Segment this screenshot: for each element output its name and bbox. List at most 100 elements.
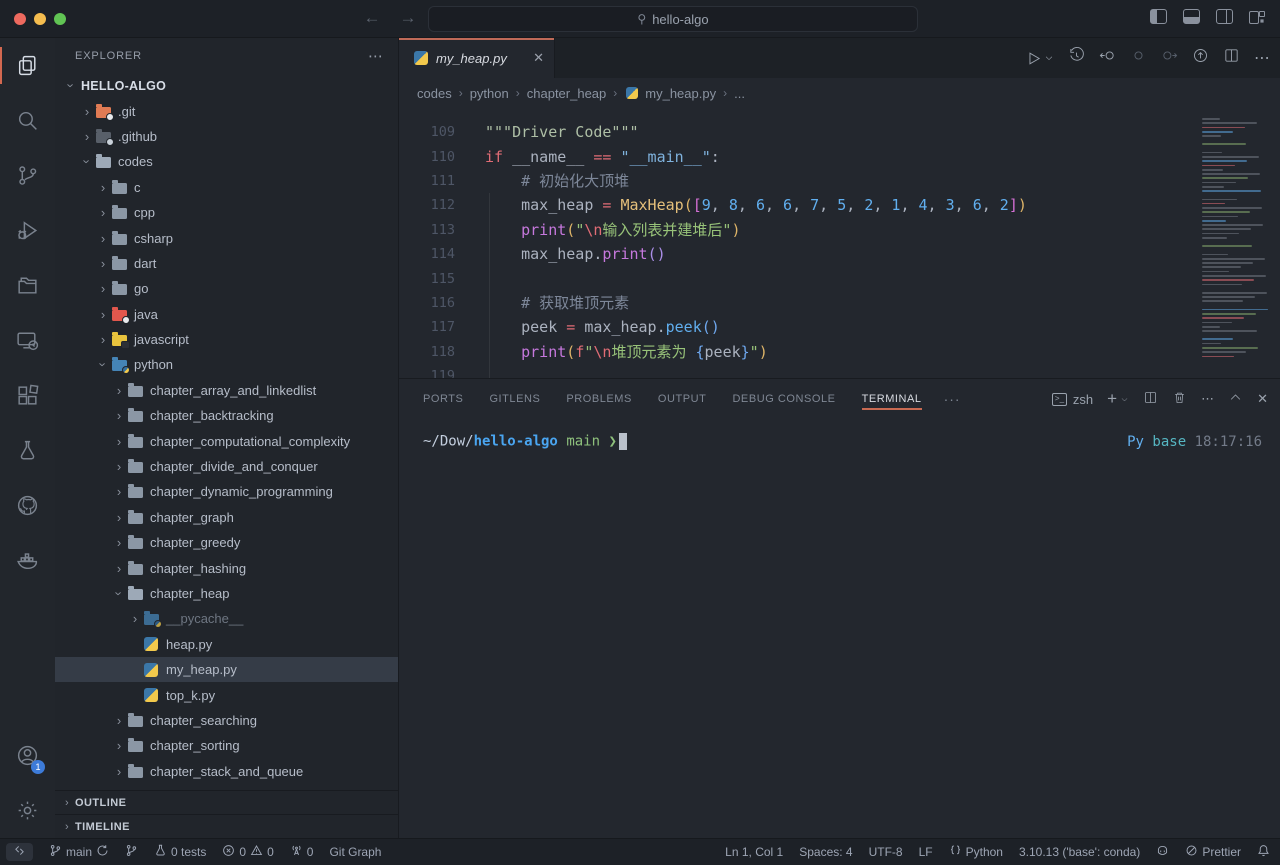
tree-item-heap-py[interactable]: heap.py [55, 632, 398, 657]
tree-item-cpp[interactable]: cpp [55, 200, 398, 225]
minimap[interactable] [1194, 108, 1278, 348]
previous-change-icon[interactable] [1099, 47, 1116, 69]
panel-tab-gitlens[interactable]: GITLENS [489, 379, 540, 419]
pane-header-outline[interactable]: OUTLINE [55, 790, 398, 814]
new-terminal-button[interactable]: + [1107, 389, 1129, 409]
prettier[interactable]: Prettier [1185, 844, 1241, 860]
tree-item-chapter-dynamic-programming[interactable]: chapter_dynamic_programming [55, 479, 398, 504]
tree-item-chapter-greedy[interactable]: chapter_greedy [55, 530, 398, 555]
cursor-position[interactable]: Ln 1, Col 1 [725, 845, 783, 859]
explorer-icon[interactable] [0, 38, 55, 93]
maximize-panel-icon[interactable] [1228, 390, 1243, 408]
ports[interactable]: 0 [290, 844, 314, 860]
indentation[interactable]: Spaces: 4 [799, 845, 852, 859]
language-mode[interactable]: Python [949, 844, 1003, 860]
close-panel-icon[interactable]: ✕ [1257, 391, 1268, 407]
remote-indicator[interactable] [6, 843, 33, 861]
encoding[interactable]: UTF-8 [869, 845, 903, 859]
tree-item--pycache-[interactable]: __pycache__ [55, 606, 398, 631]
notifications[interactable] [1257, 844, 1270, 860]
tree-item-chapter-backtracking[interactable]: chapter_backtracking [55, 403, 398, 428]
python-interpreter[interactable]: 3.10.13 ('base': conda) [1019, 845, 1140, 859]
tree-item-top-k-py[interactable]: top_k.py [55, 682, 398, 707]
run-and-debug-icon[interactable] [0, 203, 55, 258]
open-changes-icon[interactable] [1192, 47, 1209, 69]
minimize-window-button[interactable] [34, 13, 46, 25]
accounts-icon[interactable]: 1 [0, 728, 55, 783]
pane-header-timeline[interactable]: TIMELINE [55, 814, 398, 838]
tree-item-c[interactable]: c [55, 175, 398, 200]
copilot[interactable] [1156, 844, 1169, 860]
tree-item-java[interactable]: java [55, 302, 398, 327]
tree-item-go[interactable]: go [55, 276, 398, 301]
tree-item-chapter-searching[interactable]: chapter_searching [55, 708, 398, 733]
command-center-search[interactable]: ⚲ hello-algo [428, 6, 918, 32]
eol[interactable]: LF [919, 845, 933, 859]
run-python-file-button[interactable] [1025, 50, 1054, 67]
breadcrumb-item-chapter-heap[interactable]: chapter_heap [527, 86, 607, 101]
toggle-panel-icon[interactable] [1183, 9, 1200, 24]
toggle-secondary-sidebar-icon[interactable] [1216, 9, 1233, 24]
extensions-icon[interactable] [0, 368, 55, 423]
navigate-forward-icon[interactable]: → [398, 8, 418, 28]
tab-my-heap[interactable]: my_heap.py ✕ [399, 38, 555, 78]
panel-tab-ports[interactable]: PORTS [423, 379, 463, 419]
problems[interactable]: 00 [222, 844, 273, 860]
tree-item-dart[interactable]: dart [55, 251, 398, 276]
tree-item-python[interactable]: python [55, 352, 398, 377]
kill-terminal-icon[interactable] [1172, 390, 1187, 408]
gitlens-graph[interactable] [125, 844, 138, 860]
breadcrumb-item--[interactable]: ... [734, 86, 745, 101]
docker-icon[interactable] [0, 533, 55, 588]
next-change-icon[interactable] [1161, 47, 1178, 69]
tree-item-chapter-array-and-linkedlist[interactable]: chapter_array_and_linkedlist [55, 378, 398, 403]
git-branch[interactable]: main [49, 844, 109, 860]
customize-layout-icon[interactable] [1249, 9, 1266, 24]
tree-item-csharp[interactable]: csharp [55, 225, 398, 250]
tree-item-codes[interactable]: codes [55, 149, 398, 174]
source-control-icon[interactable] [0, 148, 55, 203]
panel-tab-problems[interactable]: PROBLEMS [566, 379, 632, 419]
breadcrumb-item-my-heap-py[interactable]: my_heap.py [624, 85, 716, 101]
folders-icon[interactable] [0, 258, 55, 313]
zoom-window-button[interactable] [54, 13, 66, 25]
github-icon[interactable] [0, 478, 55, 533]
terminal-output[interactable]: ~/Dow/hello-algo main ❯ Py base 18:17:16 [399, 419, 1280, 838]
terminal-session[interactable]: >_ zsh [1052, 392, 1093, 407]
tests[interactable]: 0 tests [154, 844, 206, 860]
breadcrumb-item-python[interactable]: python [470, 86, 509, 101]
code-area[interactable]: 109"""Driver Code"""110if __name__ == "_… [399, 108, 1280, 378]
file-history-icon[interactable] [1068, 47, 1085, 69]
settings-gear-icon[interactable] [0, 783, 55, 838]
panel-tab-debug-console[interactable]: DEBUG CONSOLE [732, 379, 835, 419]
tree-item--git[interactable]: .git [55, 98, 398, 123]
navigate-back-icon[interactable]: ← [362, 8, 382, 28]
testing-icon[interactable] [0, 423, 55, 478]
remote-explorer-icon[interactable] [0, 313, 55, 368]
tree-item-hello-algo[interactable]: HELLO-ALGO [55, 73, 398, 98]
tree-item-chapter-graph[interactable]: chapter_graph [55, 505, 398, 530]
explorer-more-actions-icon[interactable]: ⋯ [368, 47, 384, 65]
search-icon[interactable] [0, 93, 55, 148]
panel-tab-output[interactable]: OUTPUT [658, 379, 707, 419]
changes-icon[interactable] [1130, 47, 1147, 69]
close-window-button[interactable] [14, 13, 26, 25]
breadcrumb-item-codes[interactable]: codes [417, 86, 452, 101]
panel-tab-terminal[interactable]: TERMINAL [862, 379, 922, 419]
panel-more-actions-icon[interactable]: ⋯ [1201, 391, 1214, 407]
tree-item-my-heap-py[interactable]: my_heap.py [55, 657, 398, 682]
tree-item-chapter-heap[interactable]: chapter_heap [55, 581, 398, 606]
tree-item-chapter-computational-complexity[interactable]: chapter_computational_complexity [55, 428, 398, 453]
tree-item-chapter-hashing[interactable]: chapter_hashing [55, 555, 398, 580]
editor-more-actions-icon[interactable]: ⋯ [1254, 48, 1270, 68]
split-editor-icon[interactable] [1223, 47, 1240, 69]
tree-item-chapter-divide-and-conquer[interactable]: chapter_divide_and_conquer [55, 454, 398, 479]
tree-item-javascript[interactable]: javascript [55, 327, 398, 352]
tab-close-icon[interactable]: ✕ [533, 50, 544, 66]
panel-tabs-overflow-icon[interactable]: ··· [944, 391, 961, 407]
tree-item-chapter-stack-and-queue[interactable]: chapter_stack_and_queue [55, 759, 398, 784]
toggle-primary-sidebar-icon[interactable] [1150, 9, 1167, 24]
tree-item--github[interactable]: .github [55, 124, 398, 149]
split-terminal-icon[interactable] [1143, 390, 1158, 408]
git-graph[interactable]: Git Graph [329, 845, 381, 859]
